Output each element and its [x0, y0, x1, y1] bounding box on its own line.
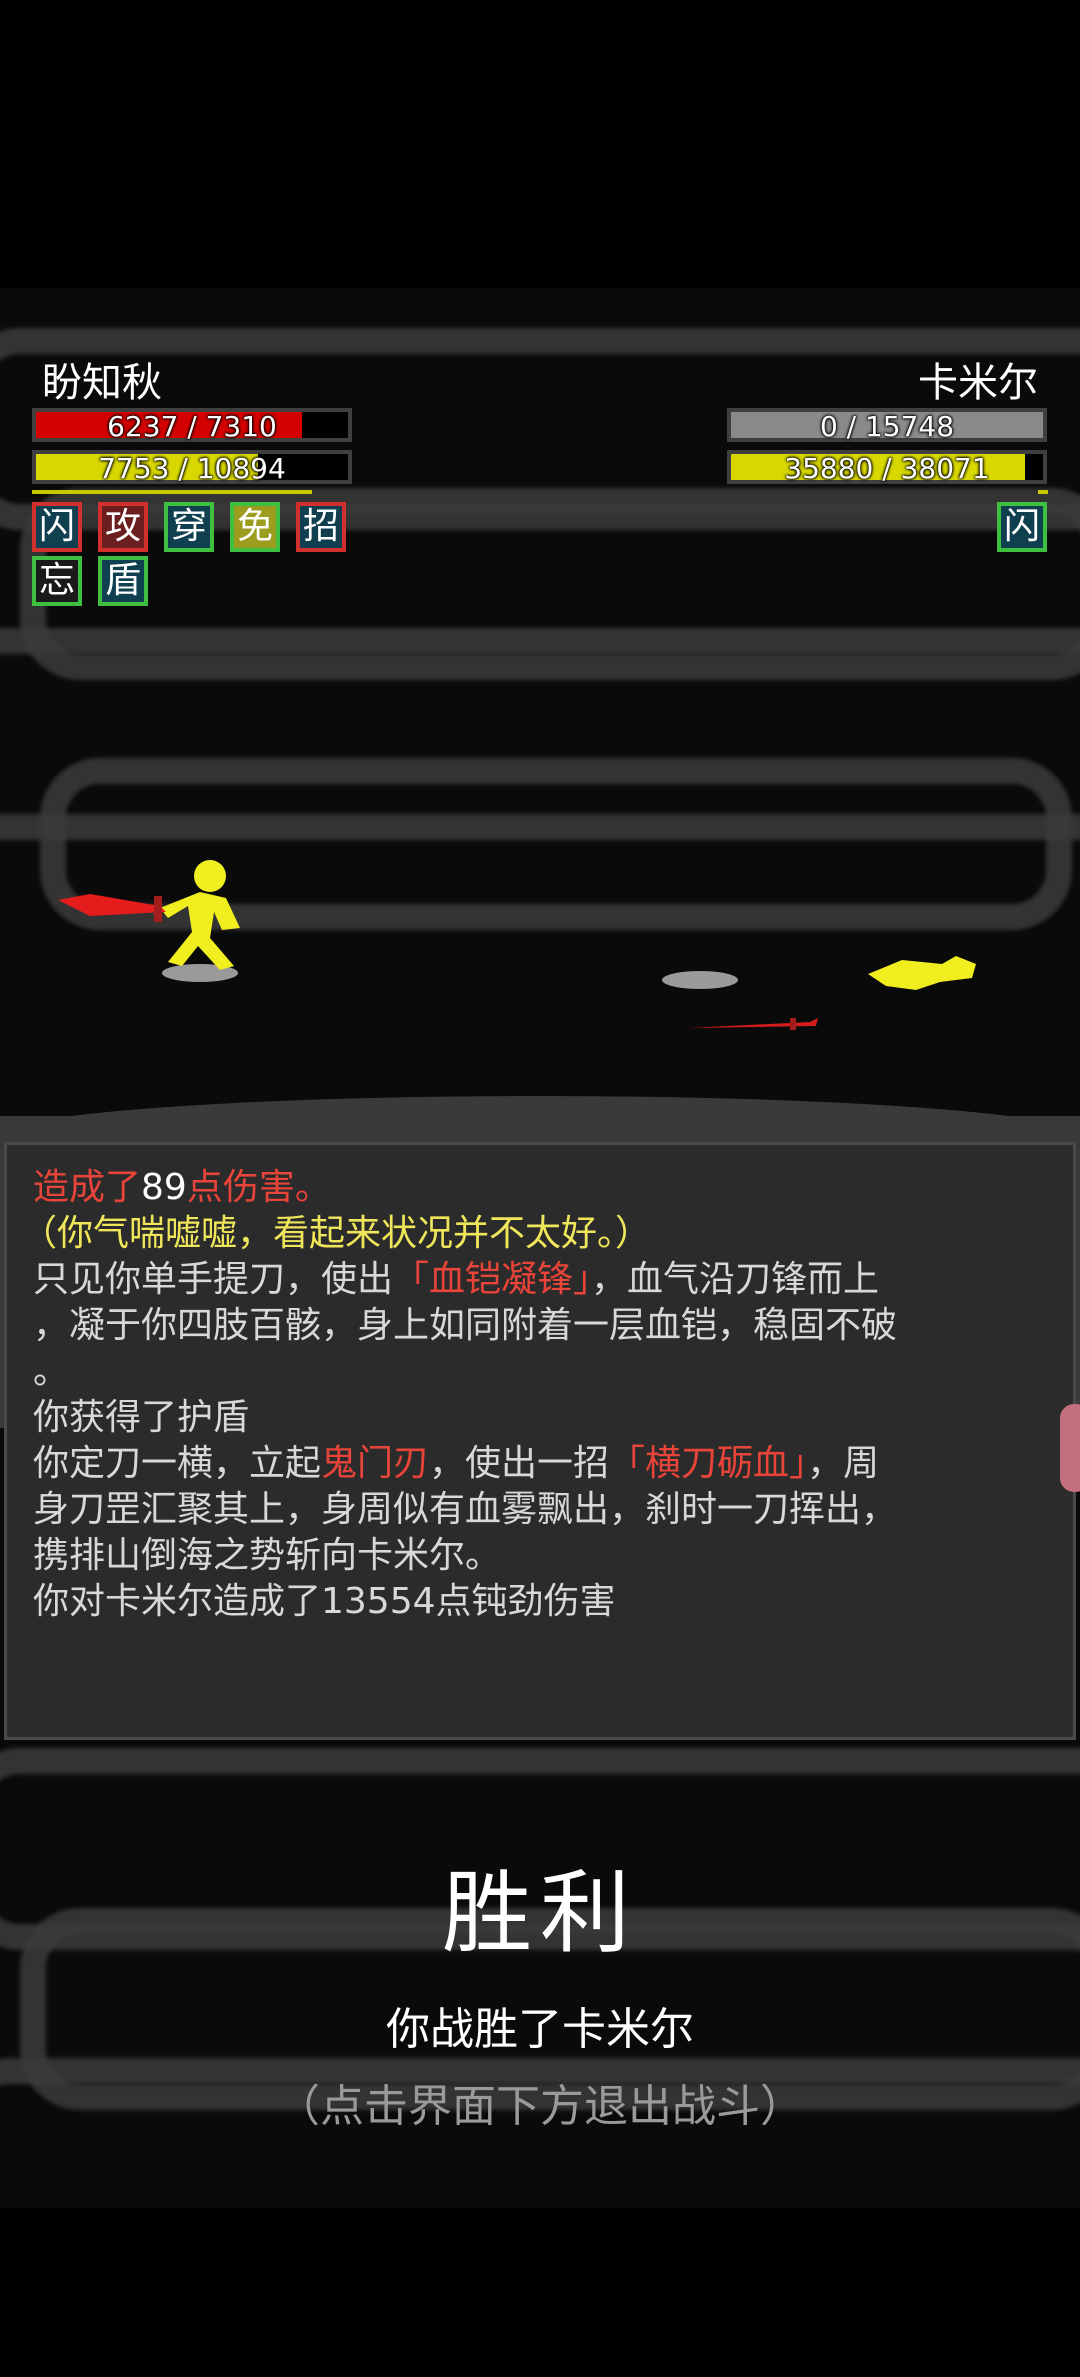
- player-mp-bar: 7753 / 10894: [32, 450, 352, 485]
- log-line: 携排山倒海之势斩向卡米尔。: [33, 1535, 502, 1576]
- log-text: 鬼门刃: [321, 1443, 430, 1484]
- log-line: 只见你单手提刀，使出「血铠凝锋」，血气沿刀锋而上: [33, 1257, 1073, 1303]
- log-text: 你定刀一横，立起: [33, 1443, 322, 1484]
- enemy-mp-text: 35880 / 38071: [784, 452, 990, 485]
- status-tag[interactable]: 免: [230, 502, 280, 552]
- log-line: 造成了89点伤害。: [33, 1165, 1073, 1211]
- status-tag[interactable]: 盾: [98, 556, 148, 606]
- player-hp-bar: 6237 / 7310: [32, 408, 352, 443]
- player-name: 盼知秋: [42, 360, 162, 406]
- exit-battle-hint[interactable]: （点击界面下方退出战斗）: [0, 2070, 1080, 2134]
- status-tag[interactable]: 闪: [997, 502, 1047, 552]
- log-line: 你对卡米尔造成了13554点钝劲伤害: [33, 1581, 616, 1622]
- status-tag[interactable]: 忘: [32, 556, 82, 606]
- log-text: 造成了: [33, 1167, 142, 1208]
- side-drawer-handle[interactable]: [1060, 1404, 1080, 1492]
- log-text: 「横刀砺血」: [609, 1443, 808, 1484]
- log-line: （你气喘嘘嘘，看起来状况并不太好。）: [21, 1213, 652, 1254]
- status-tag[interactable]: 攻: [98, 502, 148, 552]
- player-energy-line: [32, 490, 312, 494]
- log-text: ，周: [807, 1443, 880, 1484]
- battle-log[interactable]: ​ 造成了89点伤害。 （你气喘嘘嘘，看起来状况并不太好。） 只见你单手提刀，使…: [4, 1142, 1076, 1740]
- status-tag[interactable]: 招: [296, 502, 346, 552]
- enemy-hp-text: 0 / 15748: [819, 410, 955, 443]
- log-text: 点伤害。: [186, 1167, 331, 1208]
- status-tag[interactable]: 闪: [32, 502, 82, 552]
- log-text: ，使出一招: [429, 1443, 610, 1484]
- log-text: 89: [141, 1167, 187, 1208]
- log-line: 你定刀一横，立起鬼门刃，使出一招「横刀砺血」，周: [33, 1441, 1073, 1487]
- enemy-mp-bar: 35880 / 38071: [727, 450, 1047, 485]
- victory-subtitle: 你战胜了卡米尔: [386, 2004, 694, 2055]
- victory-title: 胜利: [442, 1861, 638, 1966]
- log-line: 身刀罡汇聚其上，身周似有血雾飘出，刹时一刀挥出，: [33, 1489, 898, 1530]
- player-character: [58, 860, 240, 982]
- log-line: 。: [33, 1351, 70, 1392]
- log-line: ，凝于你四肢百骸，身上如同附着一层血铠，稳固不破: [33, 1305, 898, 1346]
- enemy-energy-line: [1038, 490, 1048, 494]
- log-text: 只见你单手提刀，使出: [33, 1259, 394, 1300]
- enemy-character: [662, 956, 976, 1030]
- log-line: 你获得了护盾: [33, 1397, 250, 1438]
- enemy-name: 卡米尔: [918, 360, 1038, 406]
- log-text: 「血铠凝锋」: [393, 1259, 592, 1300]
- player-hp-text: 6237 / 7310: [107, 410, 277, 443]
- enemy-hp-bar: 0 / 15748: [727, 408, 1047, 443]
- log-text: ，血气沿刀锋而上: [591, 1259, 880, 1300]
- player-mp-text: 7753 / 10894: [98, 452, 286, 485]
- status-tag[interactable]: 穿: [164, 502, 214, 552]
- log-line-cutoff: ​: [33, 1145, 1073, 1165]
